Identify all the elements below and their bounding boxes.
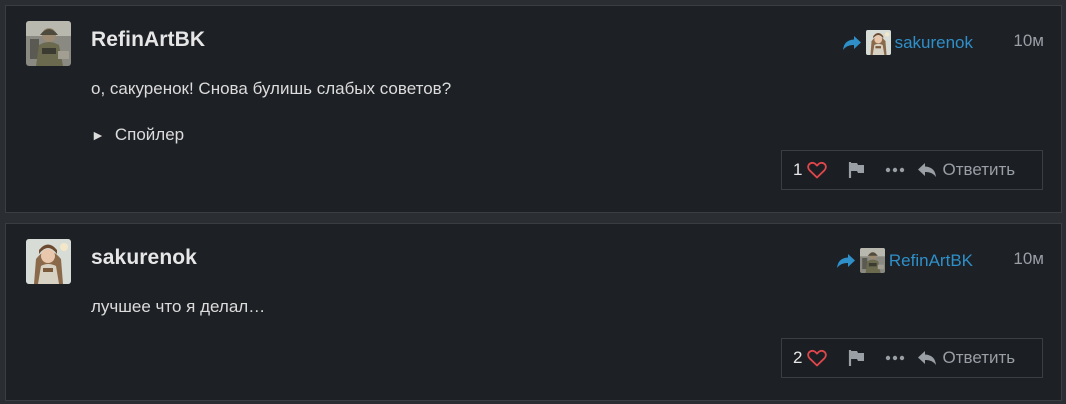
triangle-right-icon: ► (91, 127, 105, 143)
reply-to-avatar (865, 30, 891, 55)
post-body: лучшее что я делал… (91, 297, 266, 316)
heart-outline-icon (807, 161, 828, 179)
spoiler-toggle[interactable]: ► Спойлер (91, 125, 184, 145)
reply-arrow-icon (918, 351, 937, 365)
comment-card: RefinArtBK sakurenok 10м о, сакуренок! С… (5, 5, 1062, 213)
post-actions: 2 Ответить (781, 338, 1043, 378)
heart-outline-icon (807, 349, 828, 367)
reply-to-username: sakurenok (894, 32, 973, 52)
share-arrow-icon (842, 35, 861, 50)
flag-button[interactable] (848, 161, 866, 179)
post-time[interactable]: 10м (1013, 249, 1044, 269)
reply-to-link[interactable]: sakurenok (842, 30, 973, 55)
flag-icon (849, 162, 865, 178)
reply-label: Ответить (942, 160, 1016, 179)
author-avatar[interactable] (26, 239, 71, 284)
author-name[interactable]: RefinArtBK (91, 28, 205, 52)
share-arrow-icon (836, 253, 855, 268)
author-name[interactable]: sakurenok (91, 246, 197, 270)
post-actions: 1 Ответить (781, 150, 1043, 190)
like-count: 1 (793, 160, 803, 179)
like-count: 2 (793, 348, 803, 367)
post-body: о, сакуренок! Снова булишь слабых совето… (91, 79, 452, 98)
comment-card: sakurenok RefinArtBK 10м лучшее что я де… (5, 223, 1062, 401)
like-button[interactable]: 1 (793, 160, 828, 180)
more-button[interactable] (885, 349, 905, 367)
reply-label: Ответить (942, 348, 1016, 367)
ellipsis-icon (886, 167, 905, 173)
reply-arrow-icon (918, 163, 937, 177)
flag-button[interactable] (848, 349, 866, 367)
reply-button[interactable]: Ответить (917, 160, 1015, 180)
like-button[interactable]: 2 (793, 348, 828, 368)
spoiler-label: Спойлер (114, 125, 185, 144)
reply-button[interactable]: Ответить (917, 348, 1015, 368)
ellipsis-icon (886, 355, 905, 361)
reply-to-link[interactable]: RefinArtBK (836, 248, 973, 273)
author-avatar[interactable] (26, 21, 71, 66)
more-button[interactable] (885, 161, 905, 179)
reply-to-avatar (859, 248, 885, 273)
flag-icon (849, 350, 865, 366)
post-time[interactable]: 10м (1013, 31, 1044, 51)
reply-to-username: RefinArtBK (888, 250, 973, 270)
